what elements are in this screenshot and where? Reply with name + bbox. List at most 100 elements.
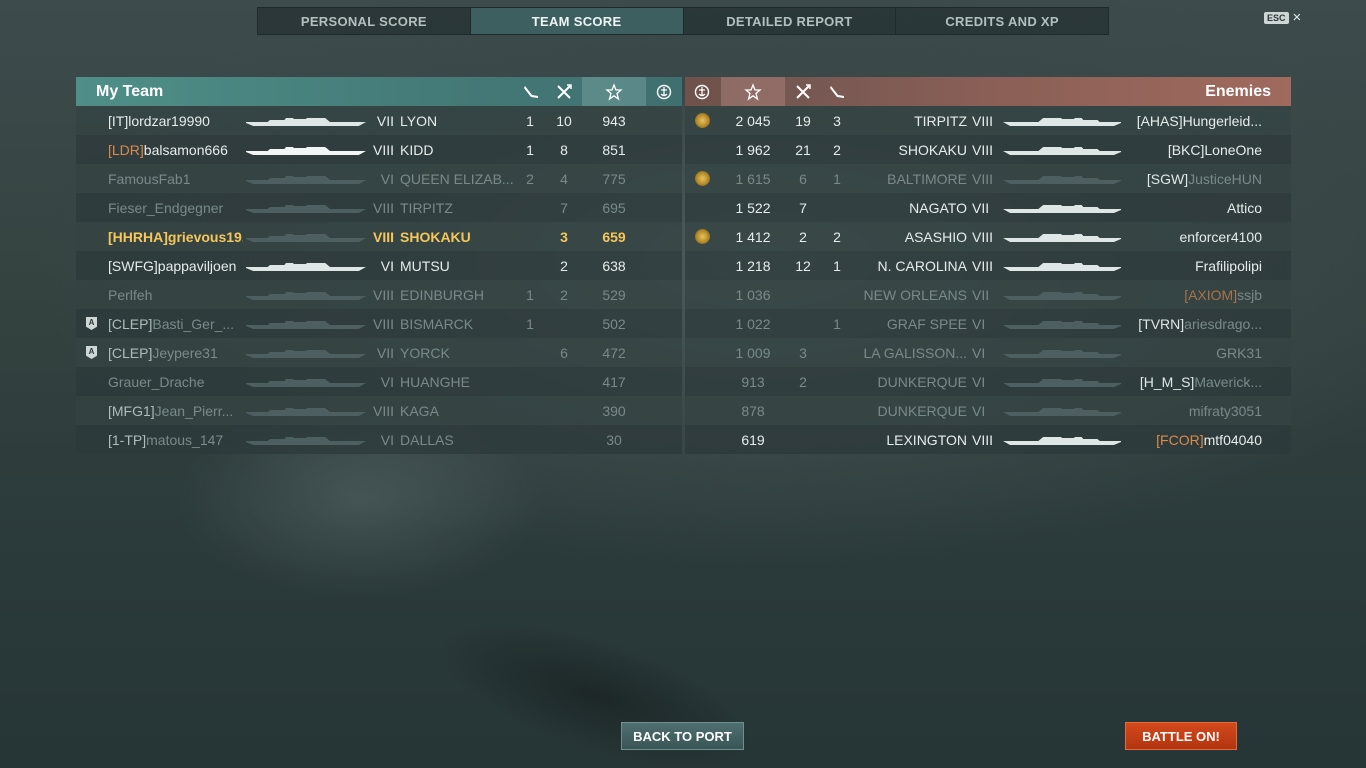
battle-on-button[interactable]: BATTLE ON! — [1125, 722, 1237, 750]
enemy-row[interactable]: 1 036 NEW ORLEANS VII [AXIOM]ssjb — [685, 280, 1291, 309]
kills-count: 2 — [560, 286, 568, 303]
player-name[interactable]: Fieser_Endgegner — [108, 200, 243, 216]
player-nickname: lordzar19990 — [128, 112, 210, 129]
player-name[interactable]: [TVRN]ariesdrago... — [1125, 316, 1262, 332]
player-nickname: mifraty3051 — [1188, 402, 1262, 419]
clan-tag: [AHAS] — [1136, 112, 1183, 129]
back-to-port-button[interactable]: BACK TO PORT — [621, 722, 744, 750]
enemy-row[interactable]: 1 522 7 NAGATO VII Attico — [685, 193, 1291, 222]
player-nickname: enforcer4100 — [1179, 228, 1262, 245]
enemy-row[interactable]: 1 962 21 2 SHOKAKU VIII [BKC]LoneOne — [685, 135, 1291, 164]
player-name[interactable]: [FCOR]mtf04040 — [1125, 432, 1262, 448]
player-name[interactable]: [H_M_S]Maverick... — [1125, 374, 1262, 390]
ship-tier: VI — [380, 431, 394, 448]
crossed-guns-icon[interactable] — [791, 77, 815, 106]
enemy-row[interactable]: 1 022 1 GRAF SPEE VI [TVRN]ariesdrago... — [685, 309, 1291, 338]
my-team-row[interactable]: A [CLEP]Basti_Ger_... VIII BISMARCK 1 502 — [76, 309, 682, 338]
my-team-row[interactable]: Grauer_Drache VI HUANGHE 417 — [76, 367, 682, 396]
my-team-row[interactable]: [SWFG]pappaviljoen VI MUTSU 2 638 — [76, 251, 682, 280]
player-name[interactable]: mifraty3051 — [1125, 403, 1262, 419]
enemy-row[interactable]: 619 LEXINGTON VIII [FCOR]mtf04040 — [685, 425, 1291, 454]
star-icon[interactable] — [582, 77, 646, 106]
enemy-row[interactable]: 913 2 DUNKERQUE VI [H_M_S]Maverick... — [685, 367, 1291, 396]
my-team-title: My Team — [96, 82, 164, 100]
my-team-row[interactable]: Perlfeh VIII EDINBURGH 1 2 529 — [76, 280, 682, 309]
score-value: 1 412 — [735, 228, 771, 245]
player-name[interactable]: [IT]lordzar19990 — [108, 113, 243, 129]
enemy-row[interactable]: 1 218 12 1 N. CAROLINA VIII Frafilipolipi — [685, 251, 1291, 280]
planes-count: 1 — [833, 315, 841, 332]
close-button[interactable]: ESC × — [1264, 10, 1301, 25]
player-name[interactable]: [CLEP]Jeypere31 — [108, 345, 243, 361]
enemy-row[interactable]: 1 615 6 1 BALTIMORE VIII [SGW]JusticeHUN — [685, 164, 1291, 193]
clan-tag: [CLEP] — [108, 315, 153, 332]
ship-silhouette — [1003, 261, 1121, 271]
ship-silhouette — [1003, 174, 1121, 184]
ship-silhouette — [246, 377, 366, 387]
ship-tier: VII — [376, 344, 394, 361]
enemy-row[interactable]: 2 045 19 3 TIRPITZ VIII [AHAS]Hungerleid... — [685, 106, 1291, 135]
ship-silhouette — [246, 116, 366, 126]
player-name[interactable]: Attico — [1125, 200, 1262, 216]
player-name[interactable]: Grauer_Drache — [108, 374, 243, 390]
my-team-row[interactable]: FamousFab1 VI QUEEN ELIZAB... 2 4 775 — [76, 164, 682, 193]
player-name[interactable]: [BKC]LoneOne — [1125, 142, 1262, 158]
player-name[interactable]: Frafilipolipi — [1125, 258, 1262, 274]
player-nickname: Jean_Pierr... — [154, 402, 234, 419]
ship-silhouette — [246, 319, 366, 329]
player-name[interactable]: [CLEP]Basti_Ger_... — [108, 316, 243, 332]
player-nickname: Hungerleid... — [1182, 112, 1262, 129]
plane-icon[interactable] — [825, 77, 849, 106]
ship-tier: VI — [380, 373, 394, 390]
clan-tag: [TVRN] — [1138, 315, 1185, 332]
my-team-row[interactable]: [IT]lordzar19990 VII LYON 1 10 943 — [76, 106, 682, 135]
player-name[interactable]: [AXIOM]ssjb — [1125, 287, 1262, 303]
tab-credits-and-xp[interactable]: CREDITS AND XP — [896, 8, 1108, 34]
star-icon[interactable] — [721, 77, 785, 106]
my-team-row[interactable]: [MFG1]Jean_Pierr... VIII KAGA 390 — [76, 396, 682, 425]
player-name[interactable]: [1-TP]matous_147 — [108, 432, 243, 448]
plane-icon[interactable] — [519, 77, 543, 106]
tab-detailed-report[interactable]: DETAILED REPORT — [684, 8, 897, 34]
enemy-row[interactable]: 1 412 2 2 ASASHIO VIII enforcer4100 — [685, 222, 1291, 251]
my-team-header: My Team — [76, 77, 682, 106]
my-team-row[interactable]: Fieser_Endgegner VIII TIRPITZ 7 695 — [76, 193, 682, 222]
player-name[interactable]: [SWFG]pappaviljoen — [108, 258, 243, 274]
ship-tier: VIII — [972, 228, 994, 245]
score-value: 502 — [602, 315, 626, 332]
player-nickname: GRK31 — [1216, 344, 1262, 361]
player-name[interactable]: FamousFab1 — [108, 171, 243, 187]
player-nickname: JusticeHUN — [1188, 170, 1262, 187]
score-value: 417 — [602, 373, 626, 390]
planes-count: 1 — [833, 170, 841, 187]
kills-count: 3 — [799, 344, 807, 361]
kills-count: 6 — [560, 344, 568, 361]
player-name[interactable]: [LDR]balsamon666 — [108, 142, 243, 158]
clan-tag: [1-TP] — [108, 431, 147, 448]
player-name[interactable]: enforcer4100 — [1125, 229, 1262, 245]
my-team-row[interactable]: [LDR]balsamon666 VIII KIDD 1 8 851 — [76, 135, 682, 164]
enemy-row[interactable]: 1 009 3 LA GALISSON... VI GRK31 — [685, 338, 1291, 367]
clan-tag: [MFG1] — [108, 402, 155, 419]
player-name[interactable]: GRK31 — [1125, 345, 1262, 361]
enemy-row[interactable]: 878 DUNKERQUE VI mifraty3051 — [685, 396, 1291, 425]
player-name[interactable]: [MFG1]Jean_Pierr... — [108, 403, 243, 419]
tab-personal-score[interactable]: PERSONAL SCORE — [258, 8, 471, 34]
my-team-row[interactable]: A [CLEP]Jeypere31 VII YORCK 6 472 — [76, 338, 682, 367]
player-name[interactable]: [SGW]JusticeHUN — [1125, 171, 1262, 187]
tab-team-score[interactable]: TEAM SCORE — [470, 8, 684, 34]
player-name[interactable]: [AHAS]Hungerleid... — [1125, 113, 1262, 129]
ship-name: GRAF SPEE — [886, 315, 967, 332]
crossed-guns-icon[interactable] — [552, 77, 576, 106]
player-nickname: LoneOne — [1204, 141, 1262, 158]
ship-silhouette — [246, 348, 366, 358]
clan-tag: [BKC] — [1167, 141, 1205, 158]
base-capture-icon[interactable] — [685, 77, 719, 106]
my-team-row[interactable]: [1-TP]matous_147 VI DALLAS 30 — [76, 425, 682, 454]
base-capture-icon[interactable] — [652, 77, 676, 106]
ship-name: SHOKAKU — [400, 228, 471, 245]
ship-tier: VIII — [972, 257, 994, 274]
player-name[interactable]: [HHRHA]grievous19... — [108, 229, 243, 245]
player-name[interactable]: Perlfeh — [108, 287, 243, 303]
my-team-row[interactable]: [HHRHA]grievous19... VIII SHOKAKU 3 659 — [76, 222, 682, 251]
